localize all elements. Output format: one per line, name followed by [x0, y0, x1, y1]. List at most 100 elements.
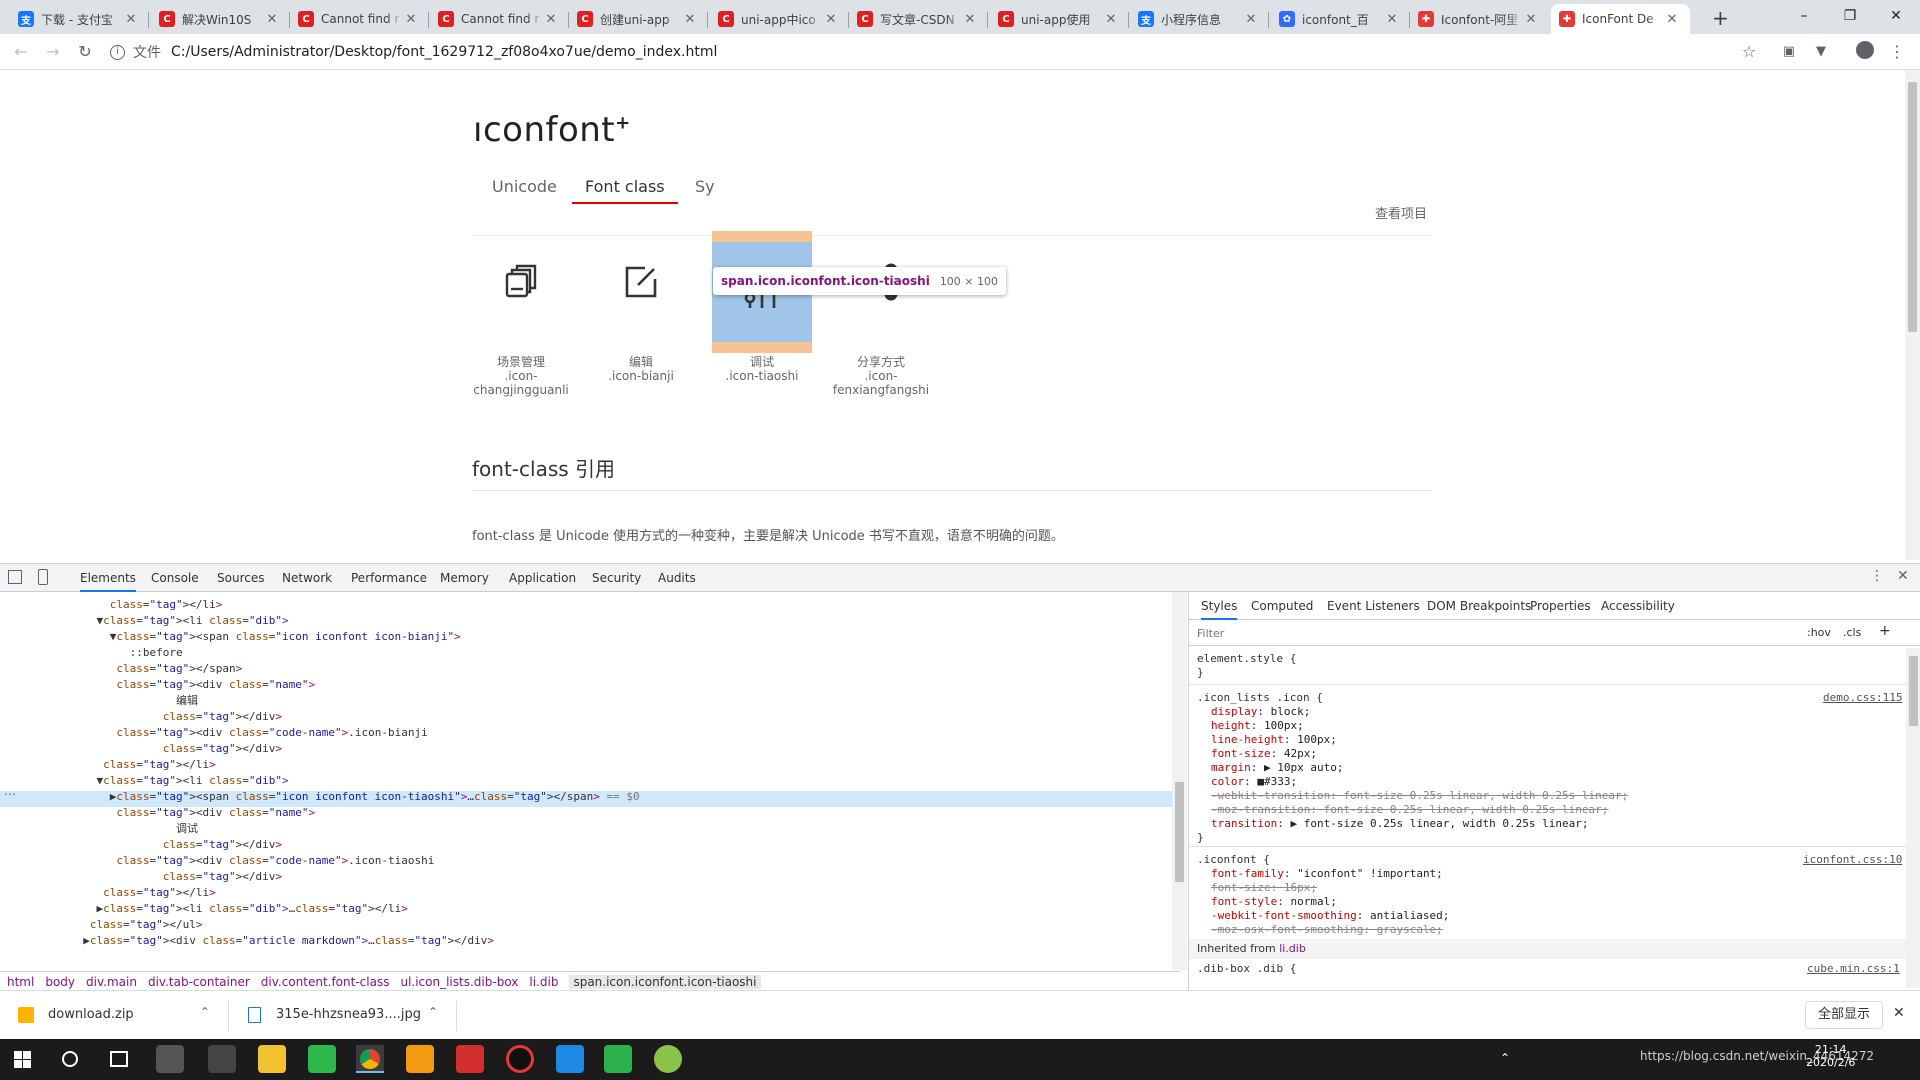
- browser-tab[interactable]: ✚ Iconfont-阿里 ✕: [1410, 4, 1549, 34]
- extension-filter-icon[interactable]: ▼: [1810, 41, 1832, 63]
- icon-bianji[interactable]: [591, 232, 691, 332]
- browser-tab[interactable]: C Cannot find r ✕: [430, 4, 569, 34]
- devtools-menu-icon[interactable]: ⋮: [1870, 568, 1884, 584]
- page-scrollbar[interactable]: [1905, 70, 1920, 560]
- browser-tab[interactable]: ✚ IconFont De ✕: [1551, 4, 1690, 34]
- css-declaration[interactable]: height: 100px;: [1197, 719, 1628, 733]
- close-window-button[interactable]: ✕: [1873, 2, 1919, 30]
- css-declaration[interactable]: font-style: normal;: [1197, 895, 1449, 909]
- tab-close-icon[interactable]: ✕: [1384, 12, 1400, 27]
- devtools-tab-elements[interactable]: Elements: [80, 564, 136, 592]
- tab-font-class[interactable]: Font class: [572, 170, 678, 204]
- inspect-element-icon[interactable]: [8, 570, 22, 584]
- record-icon[interactable]: [506, 1045, 534, 1073]
- dom-node-line[interactable]: ▼class="tag"><span class="icon iconfont …: [70, 629, 640, 645]
- css-declaration[interactable]: -moz-transition: font-size 0.25s linear,…: [1197, 803, 1628, 817]
- page-scrollbar-thumb[interactable]: [1908, 82, 1917, 332]
- breadcrumb-item[interactable]: body: [45, 975, 75, 989]
- css-declaration[interactable]: -moz-osx-font-smoothing: grayscale;: [1197, 923, 1449, 937]
- breadcrumb-item[interactable]: ul.icon_lists.dib-box: [400, 975, 518, 989]
- hbuilder-icon[interactable]: [604, 1045, 632, 1073]
- forward-icon[interactable]: →: [42, 41, 64, 63]
- dom-node-line[interactable]: 编辑: [70, 693, 640, 709]
- dom-node-line[interactable]: ▶class="tag"><div class="article markdow…: [70, 933, 640, 949]
- dom-node-line[interactable]: 调试: [70, 821, 640, 837]
- tab-close-icon[interactable]: ✕: [962, 12, 978, 27]
- back-icon[interactable]: ←: [10, 41, 32, 63]
- devtools-tab-memory[interactable]: Memory: [440, 564, 489, 592]
- rule-source-link[interactable]: iconfont.css:10: [1803, 853, 1902, 867]
- tab-symbol[interactable]: Sy: [695, 170, 715, 204]
- close-download-bar-icon[interactable]: ✕: [1893, 1005, 1905, 1021]
- styles-scrollbar-thumb[interactable]: [1909, 656, 1918, 726]
- icon-changjingguanli[interactable]: [471, 232, 571, 332]
- dom-node-line[interactable]: ▶class="tag"><li class="dib">…class="tag…: [70, 901, 640, 917]
- file-explorer-icon[interactable]: [258, 1045, 286, 1073]
- styles-tab-styles[interactable]: Styles: [1201, 592, 1238, 620]
- styles-tab-dom-breakpoints[interactable]: DOM Breakpoints: [1427, 592, 1531, 620]
- dom-node-line[interactable]: class="tag"></li>: [70, 597, 640, 613]
- breadcrumb-item[interactable]: li.dib: [529, 975, 558, 989]
- app-icon-1[interactable]: [156, 1045, 184, 1073]
- devtools-tab-network[interactable]: Network: [282, 564, 332, 592]
- styles-tab-accessibility[interactable]: Accessibility: [1601, 592, 1675, 620]
- devtools-tab-performance[interactable]: Performance: [351, 564, 427, 592]
- address-url[interactable]: C:/Users/Administrator/Desktop/font_1629…: [171, 44, 717, 60]
- tab-unicode[interactable]: Unicode: [492, 170, 557, 204]
- tab-close-icon[interactable]: ✕: [123, 12, 139, 27]
- app-icon-4[interactable]: [654, 1045, 682, 1073]
- css-declaration[interactable]: font-size: 42px;: [1197, 747, 1628, 761]
- menu-kebab-icon[interactable]: ⋮: [1886, 41, 1908, 63]
- tab-close-icon[interactable]: ✕: [403, 12, 419, 27]
- dom-node-line[interactable]: class="tag"></span>: [70, 661, 640, 677]
- tab-close-icon[interactable]: ✕: [823, 12, 839, 27]
- elements-scrollbar-thumb[interactable]: [1175, 782, 1184, 882]
- tab-close-icon[interactable]: ✕: [264, 12, 280, 27]
- hov-toggle[interactable]: :hov: [1807, 626, 1831, 639]
- download-menu-chevron-icon[interactable]: ⌃: [428, 1005, 438, 1019]
- browser-tab[interactable]: 支下载 - 支付宝 ✕: [10, 4, 149, 34]
- devtools-tab-security[interactable]: Security: [592, 564, 641, 592]
- dom-node-line[interactable]: class="tag"></div>: [70, 869, 640, 885]
- breadcrumb-item[interactable]: div.content.font-class: [261, 975, 390, 989]
- css-declaration[interactable]: -webkit-font-smoothing: antialiased;: [1197, 909, 1449, 923]
- breadcrumb-item[interactable]: div.main: [86, 975, 137, 989]
- css-declaration[interactable]: font-family: "iconfont" !important;: [1197, 867, 1449, 881]
- tab-close-icon[interactable]: ✕: [1523, 12, 1539, 27]
- dom-node-line[interactable]: ▼class="tag"><li class="dib">: [70, 613, 640, 629]
- profile-avatar-icon[interactable]: [1854, 41, 1876, 63]
- search-cortana-icon[interactable]: [62, 1051, 78, 1067]
- download-item-jpg[interactable]: 315e-hhzsnea93....jpg: [276, 1007, 421, 1022]
- browser-tab[interactable]: ✿ iconfont_百 ✕: [1271, 4, 1410, 34]
- device-toolbar-icon[interactable]: [38, 569, 48, 585]
- devtools-tab-audits[interactable]: Audits: [658, 564, 696, 592]
- elements-tree[interactable]: ⋯ class="tag"></li> ▼class="tag"><li cla…: [0, 592, 1172, 970]
- node-actions-ellipsis[interactable]: ⋯: [4, 787, 16, 801]
- breadcrumb-item[interactable]: span.icon.iconfont.icon-tiaoshi: [569, 975, 761, 989]
- styles-filter-input[interactable]: [1197, 625, 1697, 641]
- maximize-button[interactable]: ❐: [1827, 2, 1873, 30]
- new-tab-button[interactable]: +: [1712, 6, 1729, 30]
- minimize-button[interactable]: –: [1781, 2, 1827, 30]
- rule-source-link[interactable]: demo.css:115: [1823, 691, 1902, 705]
- dom-node-line[interactable]: class="tag"></div>: [70, 837, 640, 853]
- rule-source-link[interactable]: cube.min.css:1: [1807, 962, 1900, 976]
- iconfont-rule[interactable]: .iconfont {font-family: "iconfont" !impo…: [1197, 853, 1449, 951]
- styles-scrollbar[interactable]: [1906, 648, 1920, 988]
- dom-node-line[interactable]: class="tag"><div class="name">: [70, 677, 640, 693]
- devtools-tab-sources[interactable]: Sources: [217, 564, 264, 592]
- styles-tab-event-listeners[interactable]: Event Listeners: [1327, 592, 1420, 620]
- download-item-zip[interactable]: download.zip: [48, 1007, 134, 1022]
- clock[interactable]: 21:14 2020/2/6: [1806, 1043, 1855, 1069]
- cls-toggle[interactable]: .cls: [1843, 626, 1861, 639]
- start-windows-icon[interactable]: [14, 1051, 31, 1068]
- dom-node-line[interactable]: ::before: [70, 645, 640, 661]
- browser-tab[interactable]: C 创建uni-app ✕: [569, 4, 708, 34]
- devtools-tab-console[interactable]: Console: [151, 564, 199, 592]
- dom-node-line[interactable]: ▶class="tag"><span class="icon iconfont …: [70, 789, 640, 805]
- browser-tab[interactable]: 支小程序信息 ✕: [1130, 4, 1269, 34]
- dom-node-line[interactable]: class="tag"></li>: [70, 885, 640, 901]
- browser-tab[interactable]: C Cannot find r ✕: [290, 4, 429, 34]
- tab-close-icon[interactable]: ✕: [1103, 12, 1119, 27]
- info-icon[interactable]: i: [110, 44, 125, 60]
